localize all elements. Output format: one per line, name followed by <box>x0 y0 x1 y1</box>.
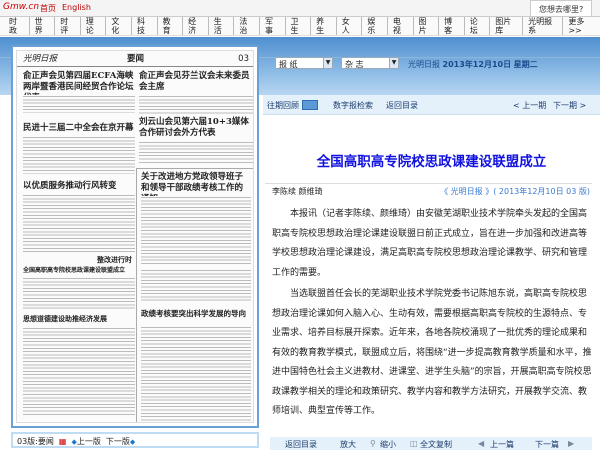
nav-item[interactable]: 文化 <box>106 17 132 35</box>
english-link[interactable]: English <box>62 3 91 12</box>
article-source: 《 光明日报 》( 2013年12月10日 03 版) <box>440 186 590 197</box>
nav-item[interactable]: 生活 <box>209 17 235 35</box>
issue-date: 光明日报 2013年12月10日 星期二 <box>408 59 538 70</box>
copy-icon[interactable]: ◫ <box>410 439 418 448</box>
zoom-out-button[interactable]: 缩小 <box>380 439 396 450</box>
paper-name: 光明日报 <box>408 60 440 69</box>
headline[interactable]: 刘云山会见第六届10+3媒体合作研讨会外方代表 <box>139 117 253 139</box>
headline[interactable]: 民进十三届二中全会在京开幕 <box>23 123 135 134</box>
nav-item[interactable]: 女人 <box>337 17 363 35</box>
next-article-button[interactable]: 下一篇 <box>535 439 559 450</box>
nav-item[interactable]: 法治 <box>234 17 260 35</box>
source-page: 03 版) <box>566 187 590 196</box>
next-page-link[interactable]: 下一版◆ <box>106 436 135 447</box>
chevron-down-icon: ▼ <box>323 58 332 68</box>
paper-select[interactable]: 报 纸 ▼ <box>275 57 333 69</box>
nav-item[interactable]: 时政 <box>4 17 30 35</box>
zoom-in-button[interactable]: 放大 <box>340 439 356 450</box>
headline[interactable]: 以优质服务推动行风转变 <box>23 181 135 192</box>
source-paper: 《 光明日报 》 <box>440 187 494 196</box>
zoom-out-icon[interactable]: ⚲ <box>370 439 376 448</box>
nav-item[interactable]: 电视 <box>388 17 414 35</box>
prev-page-label: 上一版 <box>76 436 101 446</box>
nav-item[interactable]: 军事 <box>260 17 286 35</box>
nav-item[interactable]: 教育 <box>158 17 184 35</box>
article-paragraph: 本报讯（记者李陈续、颜维琦）由安徽芜湖职业技术学院牵头发起的全国高职高专院校思想… <box>272 209 588 278</box>
nav-item[interactable]: 博客 <box>439 17 465 35</box>
next-page-label: 下一版 <box>105 436 130 446</box>
headline[interactable]: 俞正声会见芬兰议会未来委员会主席 <box>139 71 253 93</box>
nav-item[interactable]: 世界 <box>30 17 56 35</box>
paper-select-value: 报 纸 <box>279 60 298 69</box>
back-to-contents-link[interactable]: 返回目录 <box>386 100 418 111</box>
prev-issue-link[interactable]: < 上一期 <box>513 100 546 111</box>
newspaper-page-image[interactable]: 光明日报 要闻 03 俞正声会见第四届ECFA海峡两岸暨香港民间经贸合作论坛代表… <box>16 50 254 423</box>
digital-search-link[interactable]: 数字报检索 <box>333 100 373 111</box>
chevron-down-icon: ▼ <box>389 58 398 68</box>
home-link[interactable]: 首页 <box>40 3 56 14</box>
nav-item[interactable]: 时评 <box>55 17 81 35</box>
channel-nav: 时政 世界 时评 理论 文化 科技 教育 经济 生活 法治 军事 卫生 养生 女人 娱乐 电视 图片 博客 论坛 图片… <box>0 17 600 36</box>
nav-item[interactable]: 光明报系 <box>523 17 564 35</box>
source-date: ( 2013年12月10日 <box>493 187 564 196</box>
magazine-select[interactable]: 杂 志 ▼ <box>341 57 399 69</box>
nav-item[interactable]: 养生 <box>311 17 337 35</box>
calendar-icon[interactable] <box>302 100 318 110</box>
pdf-icon[interactable]: ▦ <box>59 437 67 446</box>
nav-item[interactable]: 图片 <box>414 17 440 35</box>
page-label: 03版:要闻 <box>17 436 54 446</box>
archive-link[interactable]: 往期回顾 <box>267 100 299 111</box>
page-nav-bar: 03版:要闻 ▦ ◆上一版 下一版◆ <box>11 432 259 448</box>
headline[interactable]: 整改进行时 <box>97 254 132 265</box>
nav-item[interactable]: 理论 <box>81 17 107 35</box>
article-paragraph: 当选联盟首任会长的芜湖职业技术学院党委书记陈旭东说，高职高专院校思想政治理论课如… <box>272 289 592 416</box>
nav-item[interactable]: 卫生 <box>286 17 312 35</box>
back-to-contents-button[interactable]: 返回目录 <box>285 439 317 450</box>
prev-article-button[interactable]: 上一篇 <box>490 439 514 450</box>
article-title: 全国高职高专院校思政课建设联盟成立 <box>316 154 547 170</box>
headline[interactable]: 思想道德建设助推经济发展 <box>23 313 135 324</box>
article-body: 本报讯（记者李陈续、颜维琦）由安徽芜湖职业技术学院牵头发起的全国高职高专院校思想… <box>272 205 592 424</box>
nav-item[interactable]: 经济 <box>183 17 209 35</box>
headline[interactable]: 政绩考核要突出科学发展的导向 <box>141 308 251 319</box>
magazine-select-value: 杂 志 <box>345 60 364 69</box>
divider <box>265 183 592 184</box>
prev-article-icon[interactable]: ◀ <box>478 439 484 448</box>
headline[interactable]: 全国高职高专院校思政课建设联盟成立 <box>23 267 135 275</box>
article-toolbar: 返回目录 放大 ⚲ 缩小 ◫ 全文复制 ◀ 上一篇 下一篇 ▶ <box>270 437 592 450</box>
site-search-input[interactable]: 您想去哪里? <box>530 0 592 17</box>
masthead: 光明日报 <box>23 54 58 64</box>
arrow-right-icon: ◆ <box>129 437 136 446</box>
page-number: 03 <box>238 54 249 64</box>
copy-full-text-button[interactable]: 全文复制 <box>420 439 452 450</box>
nav-item[interactable]: 娱乐 <box>362 17 388 35</box>
next-issue-link[interactable]: 下一期 > <box>553 100 586 111</box>
date-text: 2013年12月10日 <box>442 60 512 69</box>
nav-item[interactable]: 图片库 <box>490 17 524 35</box>
top-bar: Gmw.cn 首页 English 您想去哪里? <box>0 0 600 17</box>
nav-item[interactable]: 科技 <box>132 17 158 35</box>
site-logo[interactable]: Gmw.cn <box>3 2 39 12</box>
weekday-text: 星期二 <box>513 60 538 69</box>
next-article-icon[interactable]: ▶ <box>568 439 574 448</box>
section-name: 要闻 <box>127 54 145 64</box>
issue-toolbar: 往期回顾 数字报检索 返回目录 < 上一期 下一期 > <box>263 95 600 115</box>
prev-page-link[interactable]: ◆上一版 <box>71 436 100 447</box>
newspaper-page-frame: 光明日报 要闻 03 俞正声会见第四届ECFA海峡两岸暨香港民间经贸合作论坛代表… <box>11 45 259 428</box>
nav-item[interactable]: 论坛 <box>465 17 491 35</box>
nav-item[interactable]: 更多>> <box>563 17 600 35</box>
article-authors: 李陈续 颜维琦 <box>272 187 323 196</box>
